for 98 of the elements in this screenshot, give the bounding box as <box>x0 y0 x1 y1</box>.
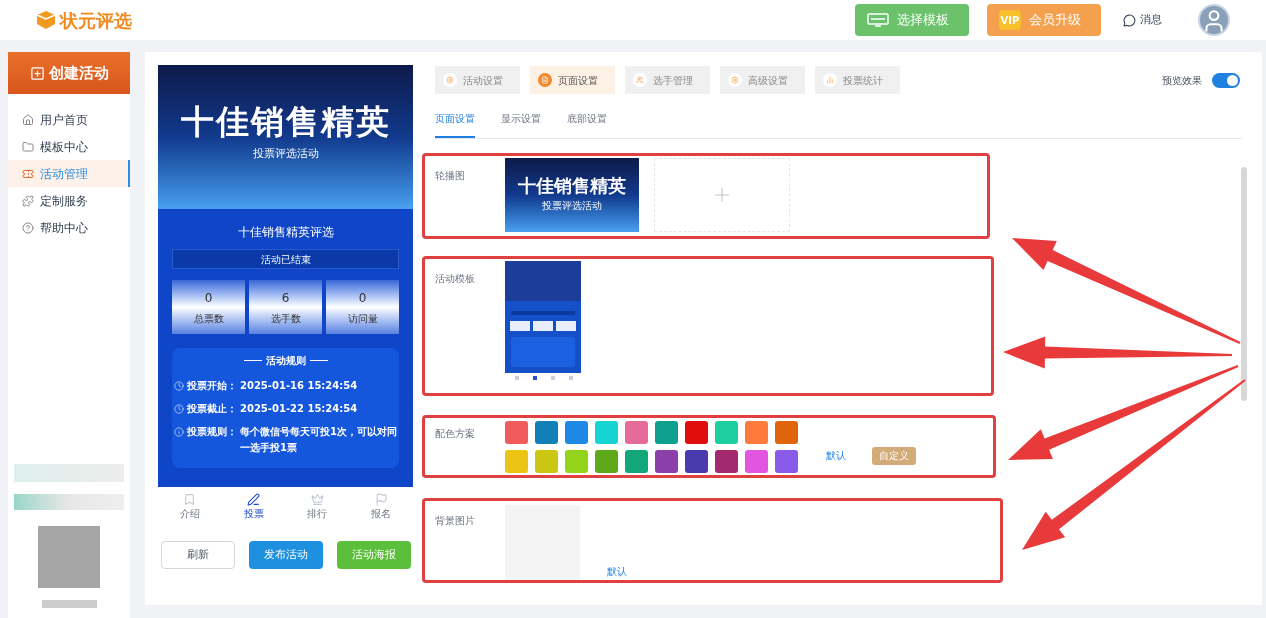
clock-icon <box>174 404 184 414</box>
color-swatch[interactable] <box>775 420 798 444</box>
section-label: 配色方案 <box>435 427 476 441</box>
color-swatch[interactable] <box>745 420 768 444</box>
color-swatch[interactable] <box>505 449 528 473</box>
color-swatch[interactable] <box>595 449 618 473</box>
tab-icon <box>728 73 742 87</box>
refresh-button[interactable]: 刷新 <box>161 541 235 569</box>
pen-icon <box>247 493 261 506</box>
activity-name: 十佳销售精英评选 <box>236 224 335 241</box>
tab-icon <box>633 73 647 87</box>
tab-icon <box>443 73 457 87</box>
thumbnail-subtitle: 投票评选活动 <box>542 199 602 213</box>
vip-icon: VIP <box>999 10 1021 30</box>
sidebar-item[interactable]: 模板中心 <box>8 133 130 160</box>
color-swatch[interactable] <box>505 420 528 444</box>
stat-value: 6 <box>281 289 290 307</box>
home-icon <box>22 113 34 126</box>
sidebar-item[interactable]: 定制服务 <box>8 187 130 214</box>
subtab[interactable]: 页面设置 <box>435 111 475 138</box>
nav-tab[interactable]: 投票 <box>221 493 286 521</box>
thumbnail-title: 十佳销售精英 <box>518 177 626 195</box>
messages-button[interactable]: 消息 <box>1123 11 1162 29</box>
tab-icon <box>823 73 837 87</box>
folder-icon <box>22 140 34 153</box>
default-link[interactable]: 默认 <box>607 564 627 579</box>
crown-icon <box>310 493 324 506</box>
color-swatch[interactable] <box>745 449 768 473</box>
color-swatch[interactable] <box>625 449 648 473</box>
color-swatch[interactable] <box>535 449 558 473</box>
preview-toggle-label: 预览效果 <box>1162 73 1202 88</box>
chat-icon <box>1123 13 1136 27</box>
monitor-icon <box>867 12 889 28</box>
avatar-icon[interactable] <box>1198 4 1230 36</box>
sidebar-item[interactable]: 用户首页 <box>8 106 130 133</box>
default-link[interactable]: 默认 <box>826 448 846 463</box>
color-swatch[interactable] <box>655 420 678 444</box>
settings-tab[interactable]: 选手管理 <box>625 66 710 94</box>
nav-tab[interactable]: 排行 <box>285 493 350 521</box>
banner-title: 十佳销售精英 <box>180 105 391 138</box>
banner-subtitle: 投票评选活动 <box>252 146 319 162</box>
stat-label: 总票数 <box>193 311 224 326</box>
help-icon <box>22 221 34 234</box>
tab-icon <box>538 73 552 87</box>
color-swatch[interactable] <box>655 449 678 473</box>
settings-tab[interactable]: 活动设置 <box>435 66 520 94</box>
color-swatch[interactable] <box>625 420 648 444</box>
section-label: 活动模板 <box>435 272 476 286</box>
ticket-icon <box>22 167 34 180</box>
color-swatch[interactable] <box>715 420 738 444</box>
section-label: 轮播图 <box>435 169 466 183</box>
status-bar: 活动已结束 <box>172 249 399 269</box>
create-activity-button[interactable]: 创建活动 <box>8 52 130 94</box>
rule-label: 投票开始： <box>187 379 237 393</box>
logo-text: 状元评选 <box>60 8 132 33</box>
nav-tab[interactable]: 介绍 <box>158 493 222 521</box>
color-swatch[interactable] <box>565 420 588 444</box>
puzzle-icon <box>22 194 34 207</box>
stat-value: 0 <box>204 289 213 307</box>
preview-toggle[interactable] <box>1212 72 1240 88</box>
publish-button[interactable]: 发布活动 <box>249 541 323 569</box>
rule-value: 每个微信号每天可投1次，可以对同一选手投1票 <box>240 425 397 455</box>
color-swatch[interactable] <box>685 449 708 473</box>
stat-value: 0 <box>358 289 367 307</box>
color-swatch[interactable] <box>595 420 618 444</box>
rule-label: 投票截止： <box>187 402 237 416</box>
stat-label: 访问量 <box>347 311 378 326</box>
logo-icon <box>36 10 56 30</box>
color-swatch[interactable] <box>565 449 588 473</box>
add-icon <box>29 65 45 81</box>
rule-value: 2025-01-22 15:24:54 <box>240 402 358 416</box>
bookmark-icon <box>183 493 197 506</box>
subtab[interactable]: 显示设置 <box>501 111 541 138</box>
rule-value: 2025-01-16 15:24:54 <box>240 379 358 393</box>
color-swatch[interactable] <box>775 449 798 473</box>
nav-tab[interactable]: 报名 <box>349 493 413 521</box>
ornament-line <box>309 360 328 361</box>
blurred-item <box>41 600 97 608</box>
choose-template-button[interactable]: 选择模板 <box>855 4 969 36</box>
rule-label: 投票规则： <box>187 425 237 439</box>
ornament-line <box>243 360 262 361</box>
color-swatch[interactable] <box>535 420 558 444</box>
subtab[interactable]: 底部设置 <box>567 111 607 138</box>
settings-tab[interactable]: 投票统计 <box>815 66 900 94</box>
sidebar-item[interactable]: 帮助中心 <box>8 214 130 241</box>
color-swatch[interactable] <box>685 420 708 444</box>
rules-title: 活动规则 <box>265 354 306 368</box>
flag-icon <box>374 493 388 506</box>
qr-code-placeholder <box>38 526 100 588</box>
settings-tab[interactable]: 高级设置 <box>720 66 805 94</box>
section-label: 背景图片 <box>435 514 476 528</box>
settings-tab[interactable]: 页面设置 <box>530 66 615 94</box>
color-swatch[interactable] <box>715 449 738 473</box>
stat-label: 选手数 <box>270 311 301 326</box>
poster-button[interactable]: 活动海报 <box>337 541 411 569</box>
info-icon <box>174 427 184 437</box>
sidebar-item[interactable]: 活动管理 <box>8 160 130 187</box>
clock-icon <box>174 381 184 391</box>
